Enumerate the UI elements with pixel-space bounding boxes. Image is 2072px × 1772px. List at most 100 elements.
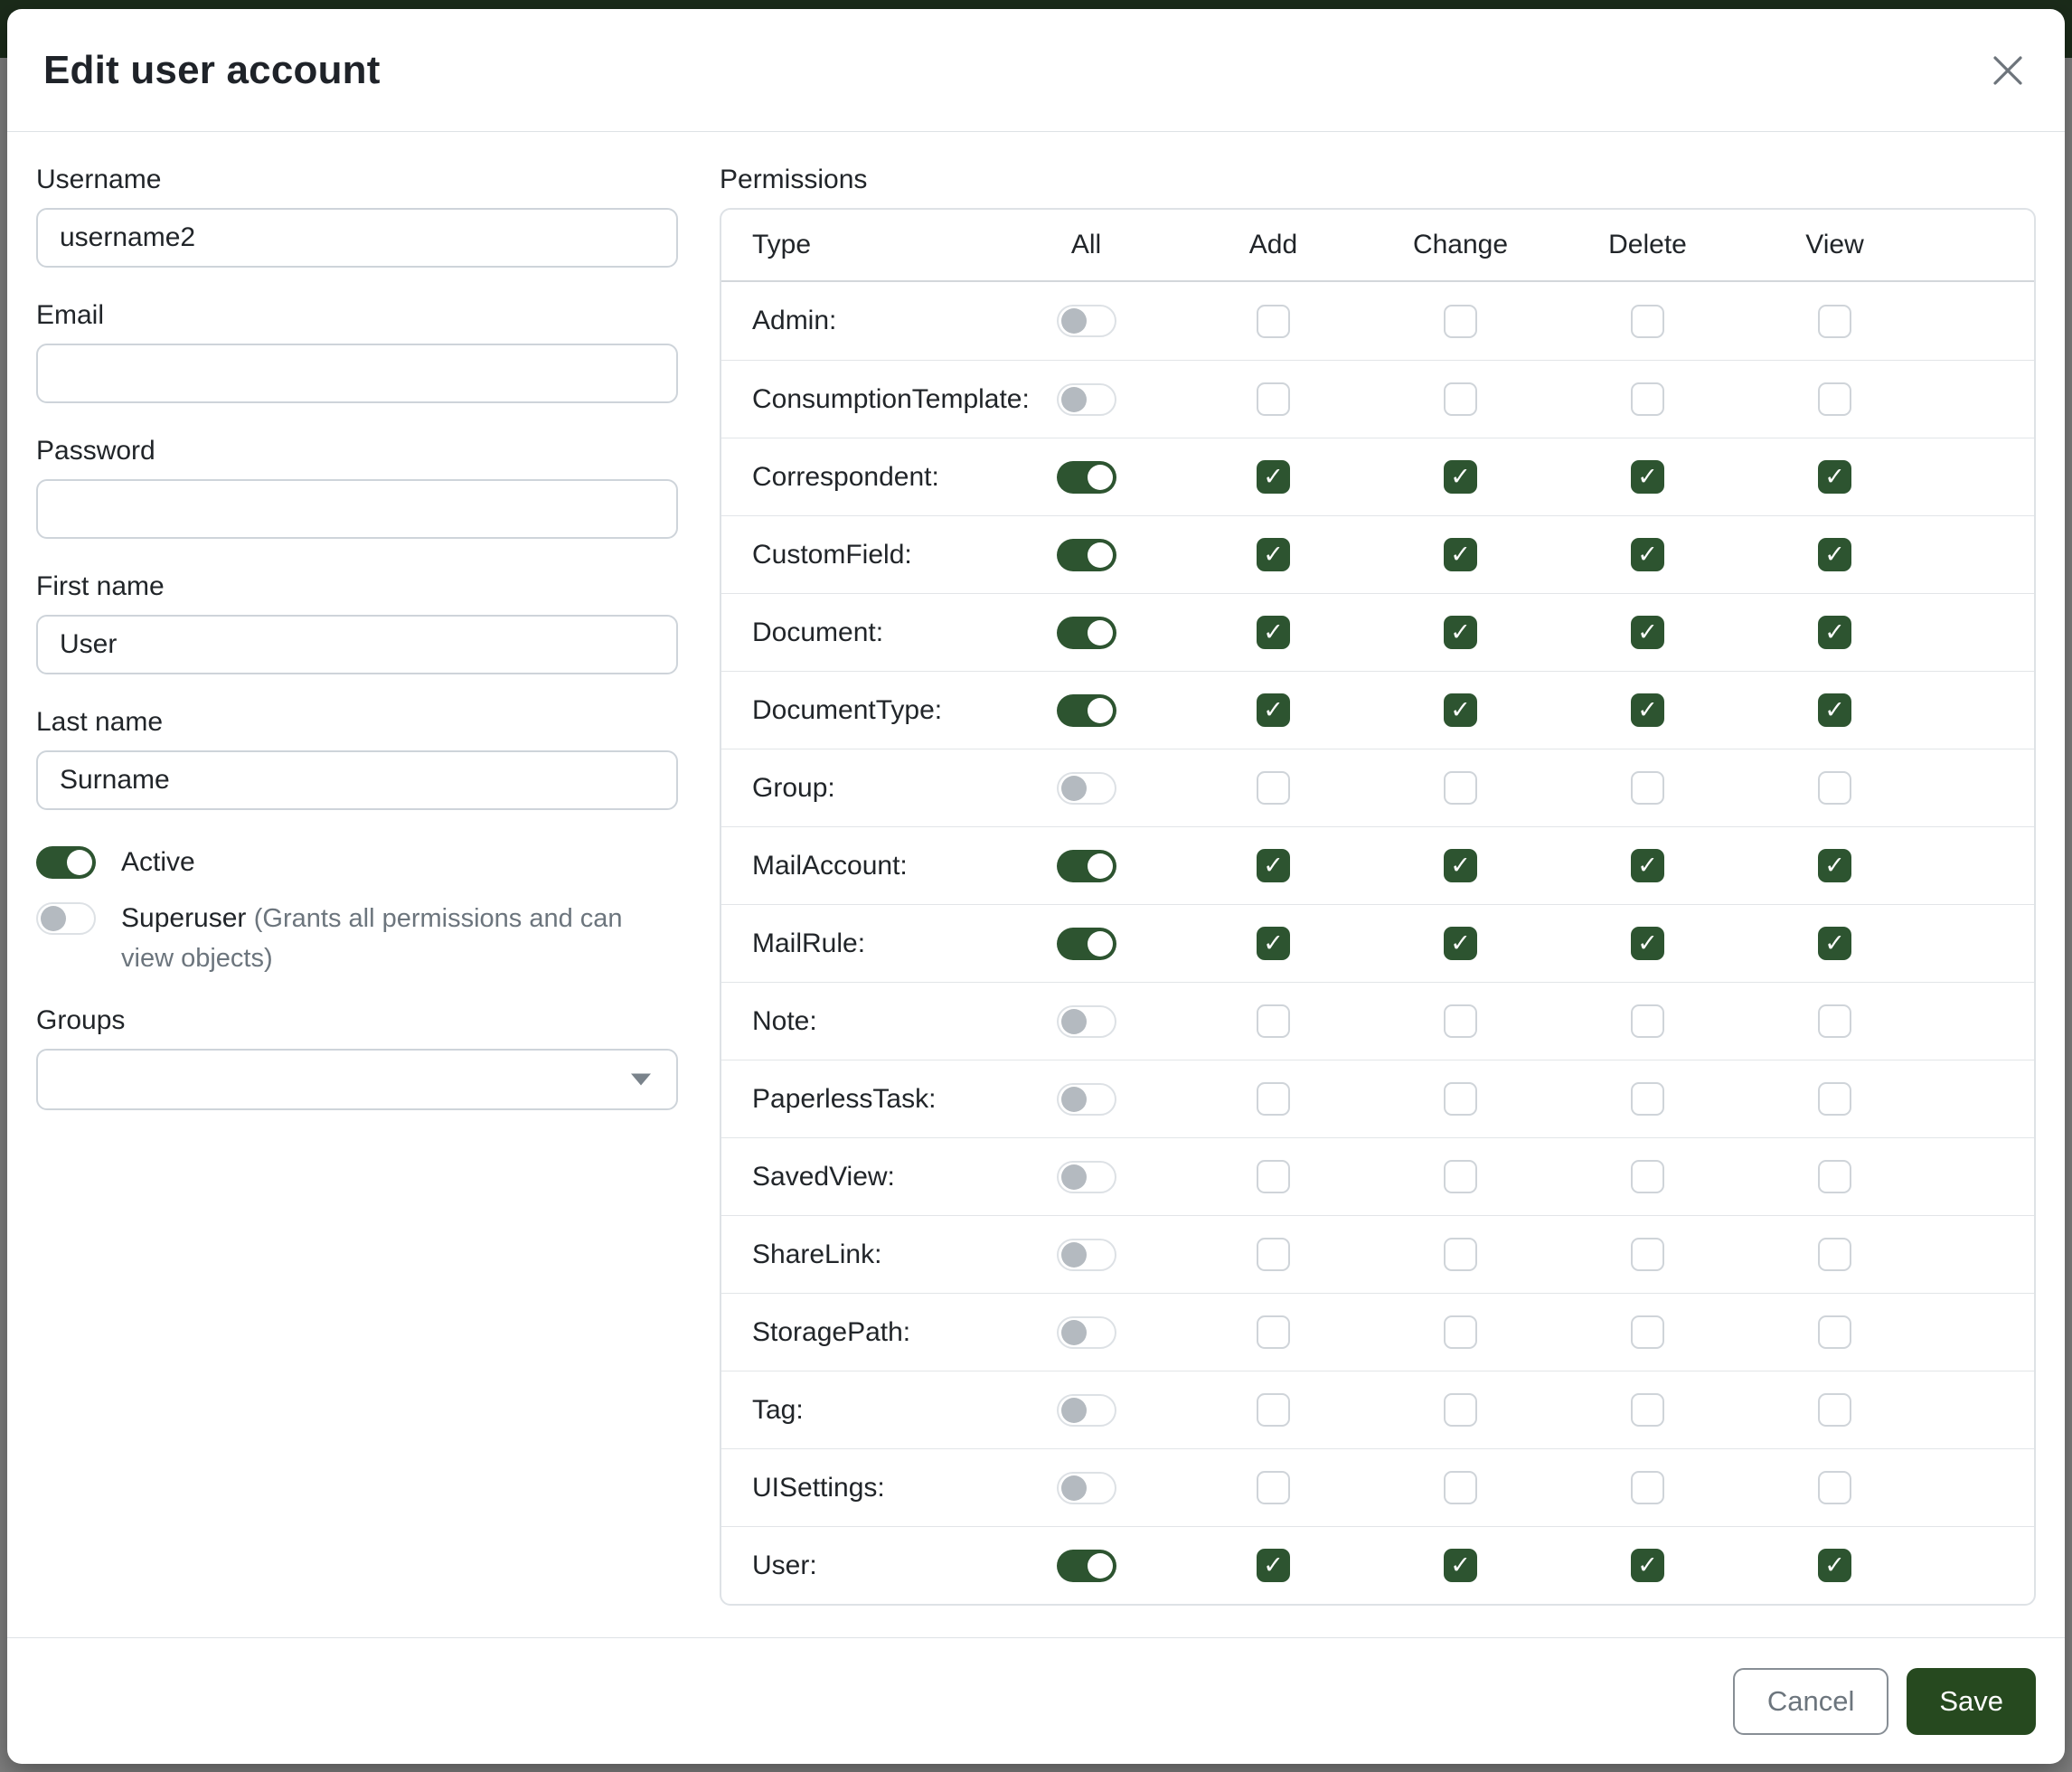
permission-view-checkbox[interactable]: ✓ — [1818, 1549, 1851, 1582]
permission-all-toggle[interactable] — [1057, 928, 1116, 960]
permission-delete-checkbox[interactable] — [1631, 1004, 1664, 1038]
permission-view-checkbox[interactable]: ✓ — [1818, 927, 1851, 960]
active-toggle[interactable] — [36, 846, 96, 879]
permission-all-toggle[interactable] — [1057, 617, 1116, 649]
permission-add-checkbox[interactable] — [1257, 1004, 1290, 1038]
permission-delete-checkbox[interactable] — [1631, 771, 1664, 805]
permission-delete-checkbox[interactable] — [1631, 1393, 1664, 1427]
permission-add-checkbox[interactable] — [1257, 1315, 1290, 1349]
permission-all-toggle[interactable] — [1057, 1394, 1116, 1427]
permission-delete-checkbox[interactable] — [1631, 1238, 1664, 1271]
permission-change-checkbox[interactable] — [1444, 1004, 1477, 1038]
permission-add-checkbox[interactable]: ✓ — [1257, 616, 1290, 649]
permission-delete-checkbox[interactable]: ✓ — [1631, 538, 1664, 571]
permission-change-checkbox[interactable]: ✓ — [1444, 927, 1477, 960]
permission-change-checkbox[interactable] — [1444, 305, 1477, 338]
permission-add-checkbox[interactable]: ✓ — [1257, 538, 1290, 571]
permission-add-checkbox[interactable] — [1257, 305, 1290, 338]
permission-change-checkbox[interactable]: ✓ — [1444, 849, 1477, 882]
permission-view-checkbox[interactable]: ✓ — [1818, 616, 1851, 649]
permission-view-checkbox[interactable] — [1818, 1315, 1851, 1349]
permission-add-checkbox[interactable] — [1257, 382, 1290, 416]
permission-delete-checkbox[interactable]: ✓ — [1631, 927, 1664, 960]
permission-add-checkbox[interactable] — [1257, 1471, 1290, 1504]
permission-all-toggle[interactable] — [1057, 1161, 1116, 1193]
permission-add-checkbox[interactable]: ✓ — [1257, 1549, 1290, 1582]
permission-add-checkbox[interactable]: ✓ — [1257, 460, 1290, 494]
save-button[interactable]: Save — [1907, 1668, 2036, 1735]
permission-delete-checkbox[interactable] — [1631, 305, 1664, 338]
permission-add-checkbox[interactable] — [1257, 771, 1290, 805]
permission-add-checkbox[interactable] — [1257, 1393, 1290, 1427]
permission-delete-checkbox[interactable]: ✓ — [1631, 849, 1664, 882]
permission-change-checkbox[interactable]: ✓ — [1444, 616, 1477, 649]
permission-delete-checkbox[interactable] — [1631, 382, 1664, 416]
username-input[interactable] — [36, 208, 678, 268]
permission-all-toggle[interactable] — [1057, 850, 1116, 882]
permission-change-checkbox[interactable]: ✓ — [1444, 460, 1477, 494]
permission-all-toggle[interactable] — [1057, 1316, 1116, 1349]
permission-delete-checkbox[interactable] — [1631, 1160, 1664, 1193]
permission-delete-checkbox[interactable]: ✓ — [1631, 1549, 1664, 1582]
permission-add-checkbox[interactable] — [1257, 1160, 1290, 1193]
superuser-toggle[interactable] — [36, 902, 96, 935]
permission-change-checkbox[interactable] — [1444, 771, 1477, 805]
permission-all-toggle[interactable] — [1057, 1550, 1116, 1582]
close-button[interactable] — [1987, 50, 2029, 91]
permission-view-checkbox[interactable] — [1818, 1082, 1851, 1116]
permission-delete-checkbox[interactable]: ✓ — [1631, 693, 1664, 727]
permission-change-checkbox[interactable]: ✓ — [1444, 693, 1477, 727]
permission-change-checkbox[interactable] — [1444, 382, 1477, 416]
permission-view-checkbox[interactable]: ✓ — [1818, 849, 1851, 882]
permission-delete-checkbox[interactable]: ✓ — [1631, 460, 1664, 494]
permission-row: MailRule:✓✓✓✓ — [721, 904, 2034, 982]
permission-view-checkbox[interactable]: ✓ — [1818, 538, 1851, 571]
permission-view-checkbox[interactable] — [1818, 1160, 1851, 1193]
cancel-button[interactable]: Cancel — [1733, 1668, 1889, 1735]
first-name-input[interactable] — [36, 615, 678, 674]
permission-all-toggle[interactable] — [1057, 1083, 1116, 1116]
email-input[interactable] — [36, 344, 678, 403]
permission-view-checkbox[interactable] — [1818, 305, 1851, 338]
permission-add-checkbox[interactable]: ✓ — [1257, 849, 1290, 882]
permission-change-checkbox[interactable] — [1444, 1471, 1477, 1504]
permission-change-checkbox[interactable]: ✓ — [1444, 538, 1477, 571]
permission-view-checkbox[interactable] — [1818, 1471, 1851, 1504]
permission-view-checkbox[interactable]: ✓ — [1818, 693, 1851, 727]
permission-view-checkbox[interactable] — [1818, 382, 1851, 416]
permission-view-checkbox[interactable] — [1818, 1238, 1851, 1271]
permission-delete-checkbox[interactable] — [1631, 1082, 1664, 1116]
permission-add-checkbox[interactable]: ✓ — [1257, 693, 1290, 727]
permission-all-toggle[interactable] — [1057, 772, 1116, 805]
permission-change-checkbox[interactable] — [1444, 1315, 1477, 1349]
permission-change-checkbox[interactable]: ✓ — [1444, 1549, 1477, 1582]
permission-all-toggle[interactable] — [1057, 1472, 1116, 1504]
permission-all-toggle[interactable] — [1057, 1239, 1116, 1271]
permission-view-checkbox[interactable] — [1818, 771, 1851, 805]
permission-delete-checkbox[interactable] — [1631, 1471, 1664, 1504]
permission-view-checkbox[interactable] — [1818, 1004, 1851, 1038]
permission-all-toggle[interactable] — [1057, 461, 1116, 494]
permission-change-checkbox[interactable] — [1444, 1160, 1477, 1193]
permission-add-checkbox[interactable]: ✓ — [1257, 927, 1290, 960]
permission-view-checkbox[interactable]: ✓ — [1818, 460, 1851, 494]
permission-change-checkbox[interactable] — [1444, 1238, 1477, 1271]
password-field-group: Password — [36, 436, 678, 539]
groups-select[interactable] — [36, 1049, 678, 1110]
permission-all-toggle[interactable] — [1057, 383, 1116, 416]
permission-all-toggle[interactable] — [1057, 1005, 1116, 1038]
permission-all-toggle[interactable] — [1057, 539, 1116, 571]
permission-add-checkbox[interactable] — [1257, 1238, 1290, 1271]
permission-type-label: UISettings: — [721, 1473, 993, 1503]
password-input[interactable] — [36, 479, 678, 539]
password-label: Password — [36, 436, 678, 467]
permission-add-checkbox[interactable] — [1257, 1082, 1290, 1116]
permission-all-toggle[interactable] — [1057, 694, 1116, 727]
permission-view-checkbox[interactable] — [1818, 1393, 1851, 1427]
permission-change-checkbox[interactable] — [1444, 1393, 1477, 1427]
permission-all-toggle[interactable] — [1057, 305, 1116, 337]
permission-delete-checkbox[interactable]: ✓ — [1631, 616, 1664, 649]
last-name-input[interactable] — [36, 750, 678, 810]
permission-delete-checkbox[interactable] — [1631, 1315, 1664, 1349]
permission-change-checkbox[interactable] — [1444, 1082, 1477, 1116]
